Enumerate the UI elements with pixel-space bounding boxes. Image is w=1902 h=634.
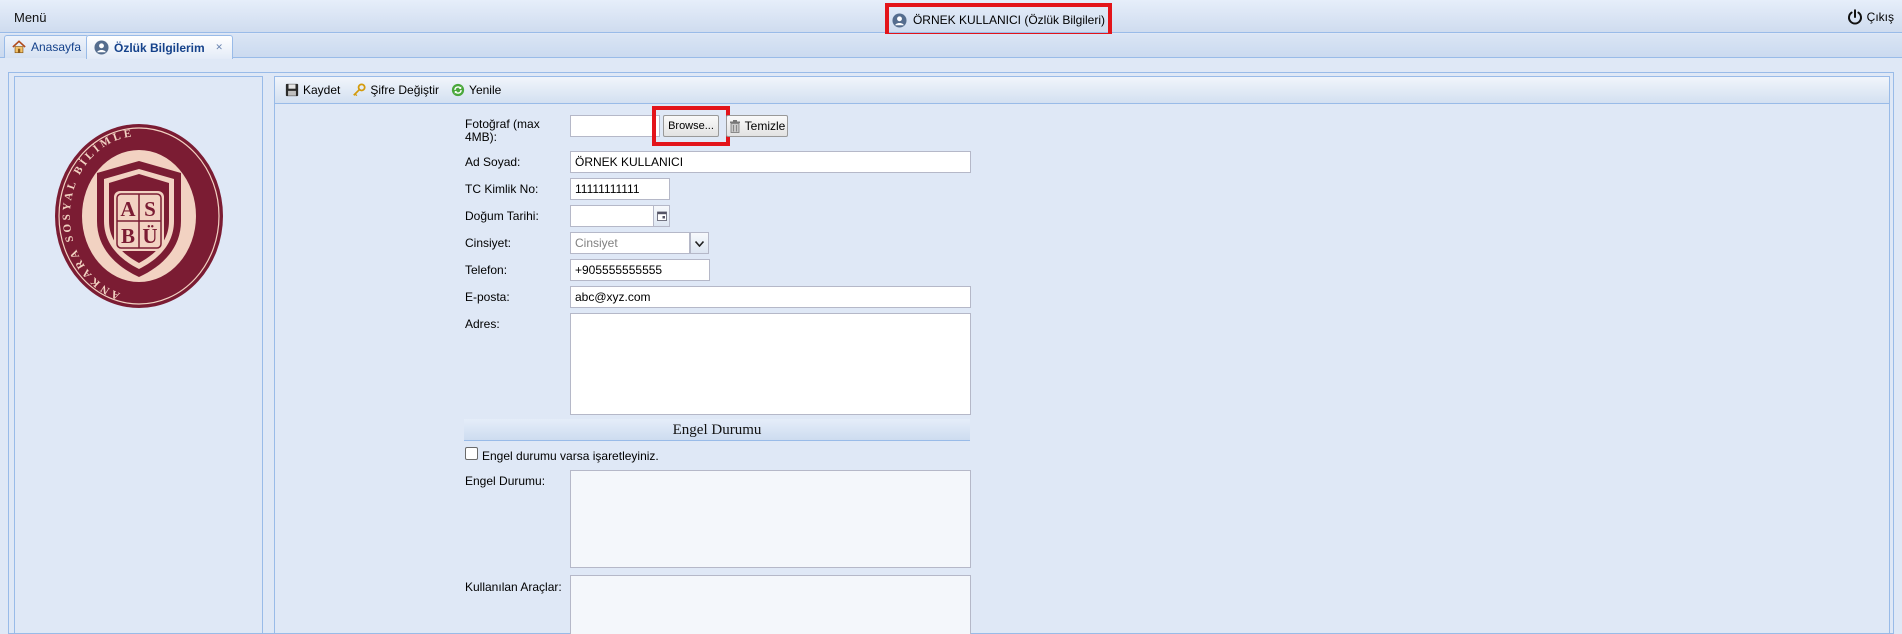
user-icon	[892, 12, 907, 28]
tc-input[interactable]: 11111111111	[570, 178, 670, 200]
refresh-label: Yenile	[469, 83, 502, 97]
trash-icon	[729, 119, 740, 133]
refresh-button[interactable]: Yenile	[447, 80, 505, 100]
current-user-label: ÖRNEK KULLANICI (Özlük Bilgileri)	[912, 13, 1106, 27]
gender-placeholder: Cinsiyet	[575, 236, 618, 250]
tab-anasayfa-label: Anasayfa	[31, 40, 82, 54]
tools-textarea[interactable]	[570, 575, 971, 634]
home-icon	[12, 40, 26, 54]
name-label: Ad Soyad:	[465, 155, 521, 169]
name-input[interactable]: ÖRNEK KULLANICI	[570, 151, 971, 173]
change-password-label: Şifre Değiştir	[370, 83, 440, 97]
birth-date-label: Doğum Tarihi:	[465, 209, 539, 223]
disability-checkbox-label: Engel durumu varsa işaretleyiniz.	[482, 449, 659, 463]
change-password-button[interactable]: Şifre Değiştir	[348, 80, 443, 100]
gender-select[interactable]: Cinsiyet	[570, 232, 690, 254]
logout-button[interactable]: Çıkış	[1847, 7, 1894, 27]
gender-label: Cinsiyet:	[465, 236, 512, 250]
tab-strip: Anasayfa Özlük Bilgilerim ✕	[0, 34, 1902, 59]
power-icon	[1847, 9, 1862, 25]
browse-highlight-box	[652, 106, 730, 146]
university-logo: ANKARA SOSYAL BİLİMLER ÜNİVERSİTESİ A S …	[53, 119, 223, 308]
tab-ozluk-bilgilerim[interactable]: Özlük Bilgilerim ✕	[86, 35, 233, 59]
clear-photo-label: Temizle	[744, 119, 786, 133]
address-textarea[interactable]	[570, 313, 971, 415]
birth-date-input[interactable]	[570, 205, 654, 227]
logout-label: Çıkış	[1866, 10, 1894, 24]
gender-dropdown-trigger[interactable]	[690, 232, 709, 254]
phone-label: Telefon:	[465, 263, 508, 277]
photo-label: Fotoğraf (max 4MB):	[465, 117, 540, 144]
logo-monogram-s: S	[144, 197, 156, 221]
tools-label: Kullanılan Araçlar:	[465, 580, 562, 594]
menu-button[interactable]: Menü	[4, 6, 57, 28]
disability-checkbox[interactable]	[465, 447, 478, 460]
refresh-icon	[451, 83, 465, 97]
logo-monogram-a: A	[120, 197, 136, 221]
floppy-disk-icon	[285, 83, 299, 97]
current-user-button[interactable]: ÖRNEK KULLANICI (Özlük Bilgileri)	[885, 3, 1112, 37]
calendar-icon	[657, 211, 667, 221]
photo-file-input[interactable]	[570, 115, 660, 137]
form-toolbar: Kaydet Şifre Değiştir Yenile	[275, 77, 1889, 104]
chevron-down-icon	[695, 241, 704, 247]
save-button[interactable]: Kaydet	[281, 80, 344, 100]
key-icon	[353, 83, 366, 97]
disability-section-title: Engel Durumu	[464, 419, 970, 441]
user-icon	[94, 40, 109, 55]
tab-anasayfa[interactable]: Anasayfa	[4, 35, 90, 58]
logo-monogram-u: Ü	[142, 224, 157, 248]
clear-photo-button[interactable]: Temizle	[726, 115, 788, 137]
disability-textarea[interactable]	[570, 470, 971, 568]
logo-panel: ANKARA SOSYAL BİLİMLER ÜNİVERSİTESİ A S …	[14, 76, 263, 634]
disability-label: Engel Durumu:	[465, 474, 546, 488]
email-label: E-posta:	[465, 290, 510, 304]
date-picker-trigger[interactable]	[653, 205, 670, 227]
tab-ozluk-bilgilerim-label: Özlük Bilgilerim	[114, 40, 205, 55]
address-label: Adres:	[465, 317, 500, 331]
phone-input[interactable]: +905555555555	[570, 259, 710, 281]
logo-monogram-b: B	[121, 224, 135, 248]
tc-label: TC Kimlik No:	[465, 182, 539, 196]
email-input[interactable]: abc@xyz.com	[570, 286, 971, 308]
close-icon[interactable]: ✕	[214, 42, 225, 53]
save-label: Kaydet	[303, 83, 341, 97]
